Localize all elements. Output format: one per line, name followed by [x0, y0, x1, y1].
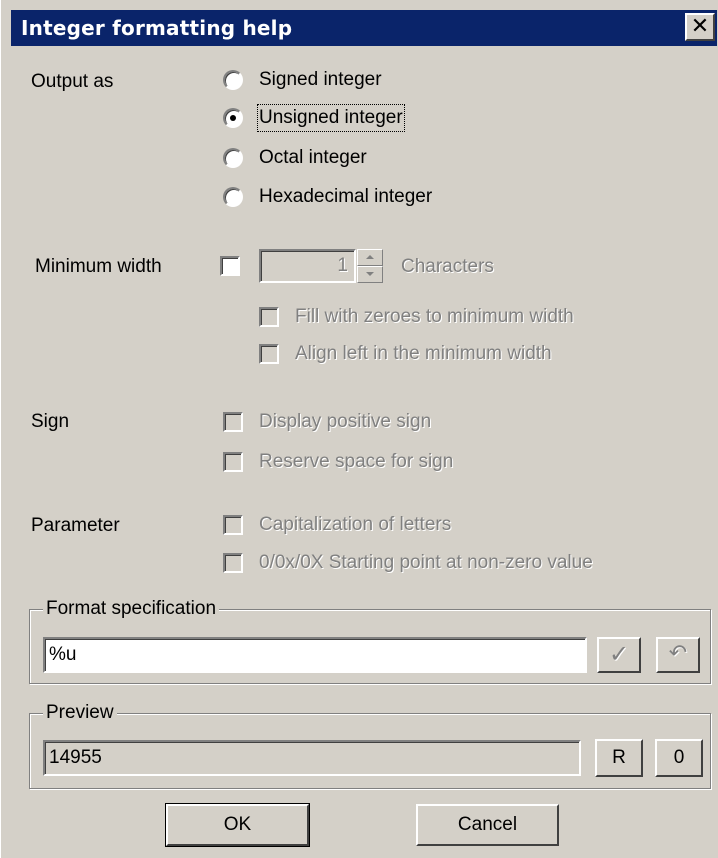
- unsigned-integer-label[interactable]: Unsigned integer: [257, 104, 405, 132]
- undo-format-button[interactable]: ↶: [656, 637, 700, 673]
- preview-output-field: 14955: [43, 740, 581, 776]
- fill-zeroes-label: Fill with zeroes to minimum width: [295, 306, 574, 327]
- title-bar[interactable]: Integer formatting help ✕: [11, 10, 717, 46]
- capitalization-label: Capitalization of letters: [259, 514, 452, 535]
- minimum-width-value: 1: [337, 255, 348, 276]
- fill-zeroes-checkbox[interactable]: [259, 307, 279, 327]
- minimum-width-spinner[interactable]: [357, 249, 383, 283]
- ok-button[interactable]: OK: [165, 803, 310, 847]
- format-specification-title: Format specification: [43, 598, 220, 620]
- spin-up-button[interactable]: [357, 249, 383, 266]
- arrow-down-icon: [366, 272, 374, 276]
- minimum-width-input[interactable]: 1: [259, 249, 356, 283]
- display-positive-sign-label: Display positive sign: [259, 411, 432, 432]
- radio-unsigned-integer[interactable]: [223, 108, 243, 128]
- starting-point-checkbox[interactable]: [223, 553, 243, 573]
- radio-signed-integer[interactable]: [223, 70, 243, 90]
- preview-zero-label: 0: [673, 747, 685, 768]
- reserve-space-checkbox[interactable]: [223, 452, 243, 472]
- cancel-button[interactable]: Cancel: [416, 804, 559, 846]
- octal-integer-label[interactable]: Octal integer: [259, 146, 367, 170]
- parameter-label: Parameter: [31, 515, 120, 536]
- signed-integer-label[interactable]: Signed integer: [259, 68, 382, 92]
- preview-r-label: R: [612, 747, 626, 768]
- sign-label: Sign: [31, 411, 70, 432]
- dialog-title: Integer formatting help: [21, 16, 293, 40]
- characters-label: Characters: [401, 256, 494, 277]
- cancel-label: Cancel: [457, 814, 518, 835]
- minimum-width-checkbox[interactable]: [220, 256, 240, 276]
- preview-r-button[interactable]: R: [595, 739, 643, 777]
- integer-formatting-dialog: Integer formatting help ✕ Output as Sign…: [0, 0, 718, 858]
- preview-title: Preview: [43, 702, 117, 724]
- align-left-checkbox[interactable]: [259, 344, 279, 364]
- radio-hexadecimal-integer[interactable]: [223, 187, 243, 207]
- format-specification-value: %u: [49, 644, 77, 665]
- spin-down-button[interactable]: [357, 266, 383, 283]
- reserve-space-label: Reserve space for sign: [259, 451, 454, 472]
- close-button[interactable]: ✕: [685, 13, 715, 41]
- preview-zero-button[interactable]: 0: [655, 739, 703, 777]
- capitalization-checkbox[interactable]: [223, 515, 243, 535]
- apply-format-button[interactable]: ✓: [597, 637, 641, 673]
- preview-value: 14955: [49, 747, 102, 768]
- display-positive-sign-checkbox[interactable]: [223, 412, 243, 432]
- starting-point-label: 0/0x/0X Starting point at non-zero value: [259, 552, 593, 573]
- arrow-up-icon: [366, 255, 374, 259]
- format-specification-input[interactable]: %u: [43, 637, 587, 673]
- align-left-label: Align left in the minimum width: [295, 343, 552, 364]
- minimum-width-label: Minimum width: [35, 256, 162, 277]
- undo-icon: ↶: [668, 641, 688, 666]
- radio-octal-integer[interactable]: [223, 148, 243, 168]
- checkmark-icon: ✓: [608, 640, 630, 668]
- close-icon: ✕: [690, 14, 710, 39]
- ok-label: OK: [223, 814, 252, 835]
- hexadecimal-integer-label[interactable]: Hexadecimal integer: [259, 185, 432, 209]
- output-as-label: Output as: [31, 71, 114, 92]
